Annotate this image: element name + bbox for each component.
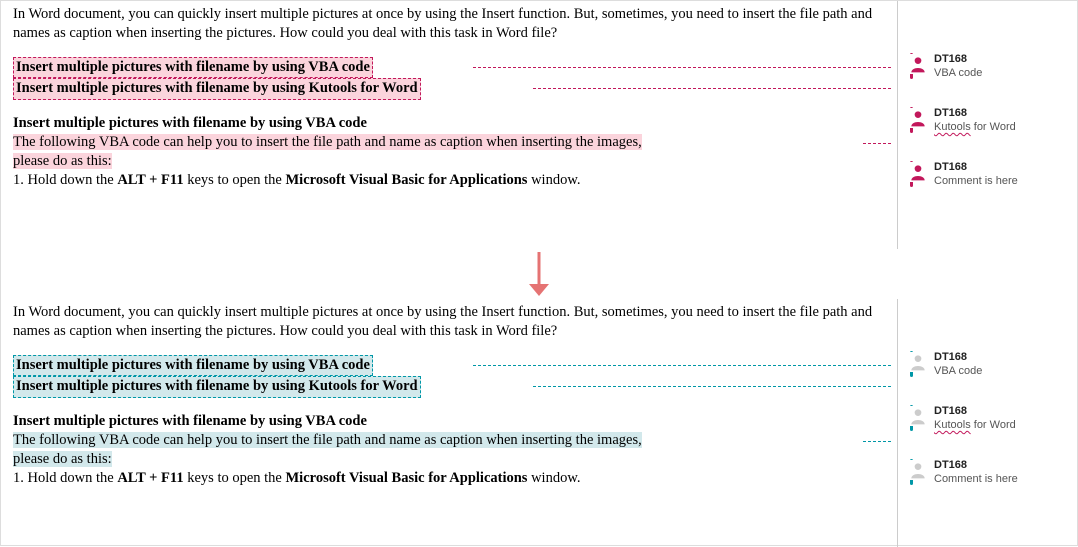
comment-text-rest: for Word xyxy=(971,121,1016,133)
connector-line xyxy=(473,365,891,366)
step-suffix: window. xyxy=(527,172,580,188)
comment-item[interactable]: DT168 VBA code xyxy=(908,53,982,79)
comment-author: DT168 xyxy=(934,459,1018,471)
avatar-icon xyxy=(908,162,928,182)
step-app: Microsoft Visual Basic for Applications xyxy=(286,470,528,486)
comment-item[interactable]: DT168 Kutools for Word xyxy=(908,107,1016,133)
step-app: Microsoft Visual Basic for Applications xyxy=(286,172,528,188)
step-prefix: 1. Hold down the xyxy=(13,172,117,188)
comment-item[interactable]: DT168 Comment is here xyxy=(908,161,1018,187)
section-heading: Insert multiple pictures with filename b… xyxy=(13,412,889,431)
comments-pane-bottom: DT168 VBA code DT168 Kutools for Word DT… xyxy=(897,299,1077,547)
connector-line xyxy=(533,88,891,89)
comment-author: DT168 xyxy=(934,161,1018,173)
avatar-icon xyxy=(908,460,928,480)
step-mid: keys to open the xyxy=(184,172,286,188)
step-mid: keys to open the xyxy=(184,470,286,486)
comment-text-squiggle: Kutools xyxy=(934,121,971,133)
toc-link-kutools[interactable]: Insert multiple pictures with filename b… xyxy=(13,78,421,99)
comment-author: DT168 xyxy=(934,405,1016,417)
connector-line xyxy=(863,143,891,144)
panel-after: In Word document, you can quickly insert… xyxy=(1,299,1077,547)
highlighted-text: The following VBA code can help you to i… xyxy=(13,432,642,448)
comment-item[interactable]: DT168 Kutools for Word xyxy=(908,405,1016,431)
intro-paragraph: In Word document, you can quickly insert… xyxy=(13,303,889,341)
connector-line xyxy=(863,441,891,442)
toc-link-kutools[interactable]: Insert multiple pictures with filename b… xyxy=(13,376,421,397)
step-line: 1. Hold down the ALT + F11 keys to open … xyxy=(13,171,889,190)
comment-text-squiggle: Kutools xyxy=(934,419,971,431)
comment-text: Comment is here xyxy=(934,175,1018,187)
toc-link-vba[interactable]: Insert multiple pictures with filename b… xyxy=(13,57,373,78)
body-paragraph: The following VBA code can help you to i… xyxy=(13,431,889,469)
step-prefix: 1. Hold down the xyxy=(13,470,117,486)
avatar-icon xyxy=(908,352,928,372)
step-keys: ALT + F11 xyxy=(117,470,183,486)
avatar-icon xyxy=(908,54,928,74)
avatar-icon xyxy=(908,406,928,426)
document-area-top: In Word document, you can quickly insert… xyxy=(1,1,897,249)
section-heading: Insert multiple pictures with filename b… xyxy=(13,114,889,133)
step-line: 1. Hold down the ALT + F11 keys to open … xyxy=(13,469,889,488)
comment-text: Kutools for Word xyxy=(934,419,1016,431)
comment-text-rest: for Word xyxy=(971,419,1016,431)
connector-line xyxy=(473,67,891,68)
step-keys: ALT + F11 xyxy=(117,172,183,188)
body-paragraph: The following VBA code can help you to i… xyxy=(13,133,889,171)
comment-text: Comment is here xyxy=(934,473,1018,485)
intro-paragraph: In Word document, you can quickly insert… xyxy=(13,5,889,43)
highlighted-text-tail: please do as this: xyxy=(13,153,112,169)
comment-author: DT168 xyxy=(934,53,982,65)
comment-author: DT168 xyxy=(934,107,1016,119)
toc-link-vba[interactable]: Insert multiple pictures with filename b… xyxy=(13,355,373,376)
highlighted-text-tail: please do as this: xyxy=(13,451,112,467)
connector-line xyxy=(533,386,891,387)
comments-pane-top: DT168 VBA code DT168 Kutools for Word DT… xyxy=(897,1,1077,249)
avatar-icon xyxy=(908,108,928,128)
document-area-bottom: In Word document, you can quickly insert… xyxy=(1,299,897,547)
comment-author: DT168 xyxy=(934,351,982,363)
comment-text: VBA code xyxy=(934,365,982,377)
arrow-down-icon xyxy=(1,249,1077,299)
step-suffix: window. xyxy=(527,470,580,486)
highlighted-text: The following VBA code can help you to i… xyxy=(13,134,642,150)
comment-item[interactable]: DT168 VBA code xyxy=(908,351,982,377)
comment-item[interactable]: DT168 Comment is here xyxy=(908,459,1018,485)
comment-text: Kutools for Word xyxy=(934,121,1016,133)
comment-text: VBA code xyxy=(934,67,982,79)
panel-before: In Word document, you can quickly insert… xyxy=(1,1,1077,249)
